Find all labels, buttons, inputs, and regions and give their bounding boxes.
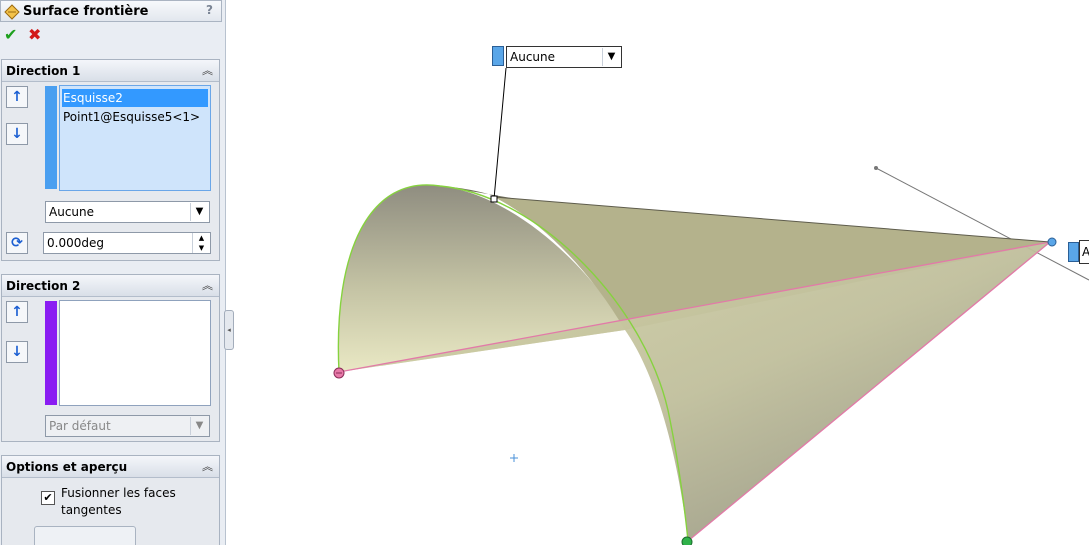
end-point-handle[interactable] (681, 536, 693, 548)
callout-color-tag (492, 46, 504, 66)
options-section: Options et aperçu ︽ ✔ Fusionner les face… (1, 455, 220, 545)
arrow-down-icon: ↓ (11, 126, 23, 142)
rotate-icon: ⟳ (11, 235, 23, 251)
preview-button[interactable] (34, 526, 136, 545)
list-item[interactable]: Esquisse2 (62, 89, 208, 107)
direction1-header[interactable]: Direction 1 ︽ (2, 60, 219, 82)
move-up-button[interactable]: ↑ (6, 301, 28, 323)
origin-marker-icon (510, 454, 518, 462)
direction2-curve-list[interactable] (59, 300, 211, 406)
move-up-button[interactable]: ↑ (6, 86, 28, 108)
direction1-title: Direction 1 (6, 64, 81, 78)
chevron-down-icon[interactable]: ▼ (190, 203, 208, 221)
panel-title: Surface frontière (23, 4, 149, 19)
direction1-color-bar (45, 86, 57, 189)
ok-button[interactable]: ✔ (4, 25, 17, 44)
direction1-tangency-select[interactable]: Aucune ▼ (45, 201, 210, 223)
callout-leader-line (493, 67, 507, 200)
callout-color-tag (1068, 242, 1079, 262)
direction1-section: Direction 1 ︽ ↑ ↓ Esquisse2 Point1@Esqui… (1, 59, 220, 261)
vector-end-point[interactable] (874, 166, 878, 170)
arrow-down-icon: ↓ (11, 344, 23, 360)
direction2-color-bar (45, 301, 57, 405)
chevron-down-icon[interactable]: ▼ (602, 48, 620, 66)
boundary-surface-icon (4, 4, 20, 20)
right-callout-select[interactable]: A (1079, 240, 1089, 264)
callout-tangency-select[interactable]: Aucune ▼ (506, 46, 622, 68)
direction1-curve-list[interactable]: Esquisse2 Point1@Esquisse5<1> (59, 85, 211, 191)
merge-faces-label-line2: tangentes (61, 503, 122, 517)
direction2-header[interactable]: Direction 2 ︽ (2, 275, 219, 297)
apex-point-handle[interactable] (1047, 237, 1057, 247)
angle-spinner[interactable]: ▲ ▼ (192, 233, 210, 253)
arrow-up-icon: ↑ (11, 304, 23, 320)
callout-anchor[interactable] (490, 195, 498, 203)
move-down-button[interactable]: ↓ (6, 341, 28, 363)
graphics-viewport[interactable]: Aucune ▼ A (227, 0, 1089, 548)
direction2-tangency-value: Par défaut (49, 419, 111, 433)
direction2-tangency-select[interactable]: Par défaut ▼ (45, 415, 210, 437)
direction1-tangency-value: Aucune (49, 205, 95, 219)
options-title: Options et aperçu (6, 460, 128, 474)
collapse-chevron-icon[interactable]: ︽ (202, 458, 213, 474)
collapse-chevron-icon[interactable]: ︽ (202, 277, 213, 293)
merge-faces-label-line1: Fusionner les faces (61, 486, 176, 500)
panel-titlebar: Surface frontière ? (0, 0, 222, 22)
direction2-section: Direction 2 ︽ ↑ ↓ Par défaut ▼ (1, 274, 220, 442)
ok-cancel-bar: ✔ ✖ (0, 24, 222, 46)
arrow-up-icon: ↑ (11, 89, 23, 105)
direction1-angle-input[interactable]: 0.000deg ▲ ▼ (43, 232, 211, 254)
help-button[interactable]: ? (206, 3, 213, 17)
right-callout-value: A (1082, 245, 1089, 259)
cancel-button[interactable]: ✖ (28, 25, 41, 44)
reverse-direction-button[interactable]: ⟳ (6, 232, 28, 254)
options-header[interactable]: Options et aperçu ︽ (2, 456, 219, 478)
callout-tangency-value: Aucune (510, 50, 556, 64)
merge-faces-checkbox[interactable]: ✔ (41, 491, 55, 505)
model-surface-canvas[interactable] (227, 0, 1089, 548)
direction1-angle-value: 0.000deg (47, 236, 104, 250)
direction2-title: Direction 2 (6, 279, 81, 293)
property-manager-panel: Surface frontière ? ✔ ✖ Direction 1 ︽ ↑ … (0, 0, 226, 545)
list-item[interactable]: Point1@Esquisse5<1> (62, 108, 208, 126)
merge-faces-label: Fusionner les faces tangentes (61, 485, 176, 519)
move-down-button[interactable]: ↓ (6, 123, 28, 145)
chevron-down-icon[interactable]: ▼ (190, 417, 208, 435)
collapse-chevron-icon[interactable]: ︽ (202, 62, 213, 78)
